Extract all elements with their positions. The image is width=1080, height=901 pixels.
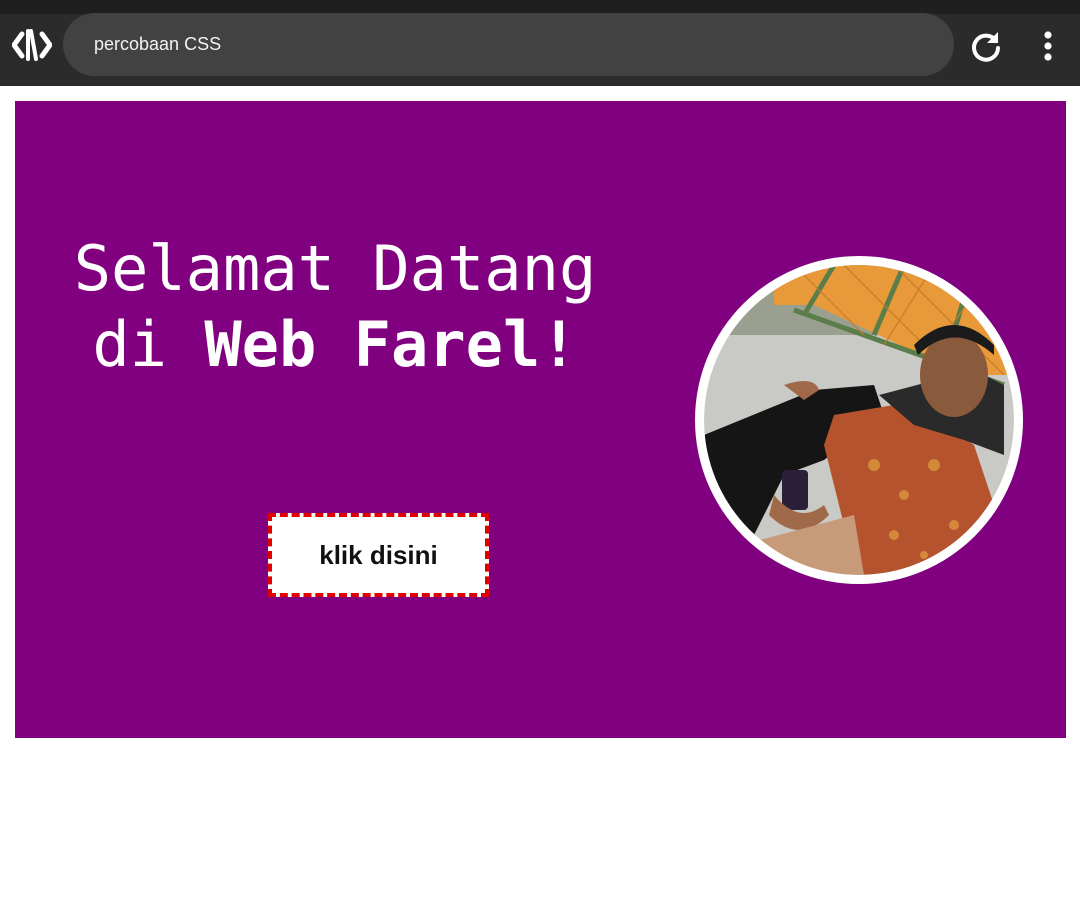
code-logo-icon[interactable] [12,28,52,62]
hero-title: Selamat Datang di Web Farel! [15,231,655,383]
hero-title-highlight: Web Farel! [204,308,578,381]
profile-avatar [695,256,1023,584]
more-vertical-icon[interactable] [1036,28,1060,64]
hero-section: Selamat Datang di Web Farel! klik disini [15,101,1066,738]
address-text: percobaan CSS [94,34,222,54]
profile-photo [704,265,1014,575]
click-here-button[interactable]: klik disini [268,513,489,597]
hero-title-line1: Selamat Datang [73,232,597,305]
browser-toolbar: percobaan CSS [0,0,1080,86]
reload-icon[interactable] [968,28,1004,64]
address-bar[interactable]: percobaan CSS [63,13,954,76]
status-strip [0,0,1080,14]
hero-title-prefix: di [92,308,168,381]
page-viewport: Selamat Datang di Web Farel! klik disini [0,86,1080,901]
